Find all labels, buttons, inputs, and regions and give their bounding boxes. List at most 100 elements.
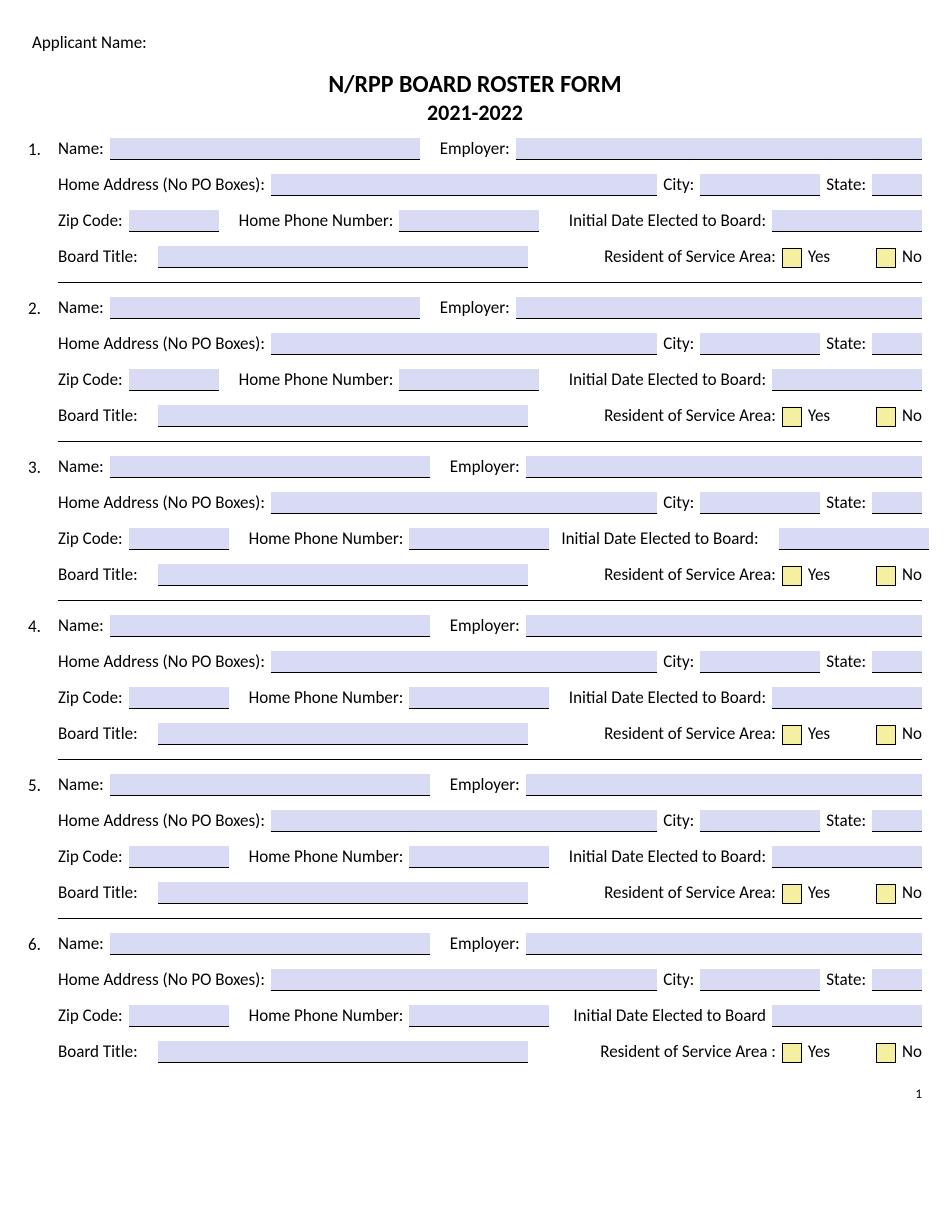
employer-field[interactable] (526, 933, 922, 955)
phone-field[interactable] (409, 528, 549, 550)
employer-field[interactable] (526, 774, 922, 796)
state-field[interactable] (872, 492, 922, 514)
entry-number: 1. (28, 139, 52, 160)
yes-label: Yes (808, 723, 830, 745)
board-title-field[interactable] (158, 405, 528, 427)
address-field[interactable] (271, 492, 657, 514)
initial-date-field[interactable] (772, 687, 922, 709)
resident-no-checkbox[interactable] (876, 884, 896, 904)
initial-date-label: Initial Date Elected to Board: (569, 369, 766, 391)
employer-field[interactable] (526, 615, 922, 637)
city-label: City: (663, 492, 694, 514)
city-field[interactable] (700, 333, 820, 355)
name-field[interactable] (110, 933, 430, 955)
resident-yes-checkbox[interactable] (782, 1043, 802, 1063)
name-field[interactable] (110, 615, 430, 637)
name-field[interactable] (110, 138, 420, 160)
state-label: State: (826, 174, 866, 196)
entry-2: 2. Name: Employer: Home Address (No PO B… (28, 297, 922, 442)
name-field[interactable] (110, 456, 430, 478)
address-field[interactable] (271, 174, 657, 196)
zip-field[interactable] (129, 687, 229, 709)
address-label: Home Address (No PO Boxes): (58, 651, 265, 673)
resident-no-checkbox[interactable] (876, 566, 896, 586)
entry-number: 4. (28, 616, 52, 637)
resident-yes-checkbox[interactable] (782, 566, 802, 586)
state-field[interactable] (872, 174, 922, 196)
address-label: Home Address (No PO Boxes): (58, 810, 265, 832)
name-label: Name: (58, 297, 104, 319)
city-field[interactable] (700, 174, 820, 196)
phone-field[interactable] (399, 369, 539, 391)
address-field[interactable] (271, 810, 657, 832)
employer-label: Employer: (450, 615, 520, 637)
phone-label: Home Phone Number: (249, 846, 404, 868)
board-title-field[interactable] (158, 246, 528, 268)
resident-yes-checkbox[interactable] (782, 725, 802, 745)
initial-date-field[interactable] (772, 210, 922, 232)
employer-field[interactable] (516, 138, 922, 160)
address-label: Home Address (No PO Boxes): (58, 333, 265, 355)
zip-field[interactable] (129, 369, 219, 391)
phone-field[interactable] (399, 210, 539, 232)
resident-no-checkbox[interactable] (876, 248, 896, 268)
city-field[interactable] (700, 810, 820, 832)
state-field[interactable] (872, 810, 922, 832)
separator (58, 441, 922, 442)
city-label: City: (663, 174, 694, 196)
board-title-label: Board Title: (58, 246, 138, 268)
phone-label: Home Phone Number: (249, 1005, 404, 1027)
state-label: State: (826, 810, 866, 832)
initial-date-label: Initial Date Elected to Board (573, 1005, 766, 1027)
zip-field[interactable] (129, 846, 229, 868)
resident-label: Resident of Service Area: (604, 723, 776, 745)
no-label: No (902, 564, 922, 586)
resident-yes-checkbox[interactable] (782, 248, 802, 268)
initial-date-field[interactable] (779, 528, 929, 550)
board-title-field[interactable] (158, 564, 528, 586)
employer-field[interactable] (526, 456, 922, 478)
address-field[interactable] (271, 969, 657, 991)
initial-date-field[interactable] (772, 369, 922, 391)
board-title-field[interactable] (158, 723, 528, 745)
employer-label: Employer: (450, 774, 520, 796)
phone-field[interactable] (409, 1005, 549, 1027)
address-field[interactable] (271, 651, 657, 673)
board-title-field[interactable] (158, 882, 528, 904)
initial-date-field[interactable] (772, 1005, 922, 1027)
board-title-label: Board Title: (58, 564, 138, 586)
address-field[interactable] (271, 333, 657, 355)
resident-label: Resident of Service Area: (604, 246, 776, 268)
phone-label: Home Phone Number: (249, 528, 404, 550)
page-number: 1 (28, 1087, 922, 1102)
phone-field[interactable] (409, 687, 549, 709)
name-field[interactable] (110, 297, 420, 319)
resident-yes-checkbox[interactable] (782, 407, 802, 427)
city-field[interactable] (700, 492, 820, 514)
initial-date-label: Initial Date Elected to Board: (561, 528, 758, 550)
state-field[interactable] (872, 969, 922, 991)
state-field[interactable] (872, 651, 922, 673)
zip-field[interactable] (129, 1005, 229, 1027)
phone-field[interactable] (409, 846, 549, 868)
entry-3: 3. Name: Employer: Home Address (No PO B… (28, 456, 922, 601)
zip-field[interactable] (129, 210, 219, 232)
address-label: Home Address (No PO Boxes): (58, 492, 265, 514)
board-title-label: Board Title: (58, 1041, 138, 1063)
resident-no-checkbox[interactable] (876, 407, 896, 427)
resident-no-checkbox[interactable] (876, 725, 896, 745)
phone-label: Home Phone Number: (239, 210, 394, 232)
state-field[interactable] (872, 333, 922, 355)
entry-number: 3. (28, 457, 52, 478)
resident-yes-checkbox[interactable] (782, 884, 802, 904)
separator (58, 918, 922, 919)
initial-date-label: Initial Date Elected to Board: (569, 846, 766, 868)
city-field[interactable] (700, 969, 820, 991)
employer-field[interactable] (516, 297, 922, 319)
name-field[interactable] (110, 774, 430, 796)
board-title-field[interactable] (158, 1041, 528, 1063)
zip-field[interactable] (129, 528, 229, 550)
resident-no-checkbox[interactable] (876, 1043, 896, 1063)
city-field[interactable] (700, 651, 820, 673)
initial-date-field[interactable] (772, 846, 922, 868)
